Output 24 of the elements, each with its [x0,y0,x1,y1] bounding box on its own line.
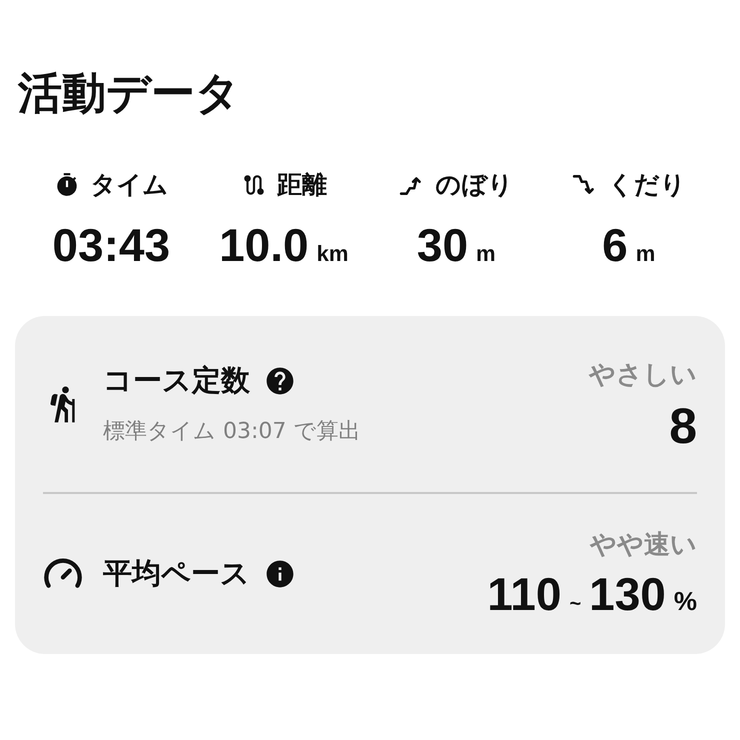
stat-label: のぼり [435,169,514,201]
metric-title: コース定数 [103,362,250,400]
stat-unit: m [476,240,496,268]
metric-value: 8 [669,401,697,451]
metric-title: 平均ペース [103,554,250,592]
metric-subtitle: 標準タイム 03:07 で算出 [103,418,360,446]
stat-unit: m [636,240,656,268]
stat-value: 03:43 [52,222,170,268]
metric-rating: やや速い [590,529,697,562]
stat-label: くだり [608,169,686,201]
metric-unit: % [674,585,697,618]
stat-value: 30 [416,222,468,268]
range-separator: ~ [569,592,582,617]
stat-value: 6 [602,222,628,268]
stat-label: 距離 [276,169,327,201]
stat-label: タイム [90,169,168,201]
metric-rating: やさしい [589,359,697,392]
page-title: 活動データ [18,72,241,116]
stat-unit: km [316,240,348,268]
range-start: 110 [487,571,562,617]
info-icon[interactable] [264,558,296,590]
help-icon[interactable] [264,365,296,397]
stat-value: 10.0 [219,222,309,268]
range-end: 130 [589,571,666,617]
